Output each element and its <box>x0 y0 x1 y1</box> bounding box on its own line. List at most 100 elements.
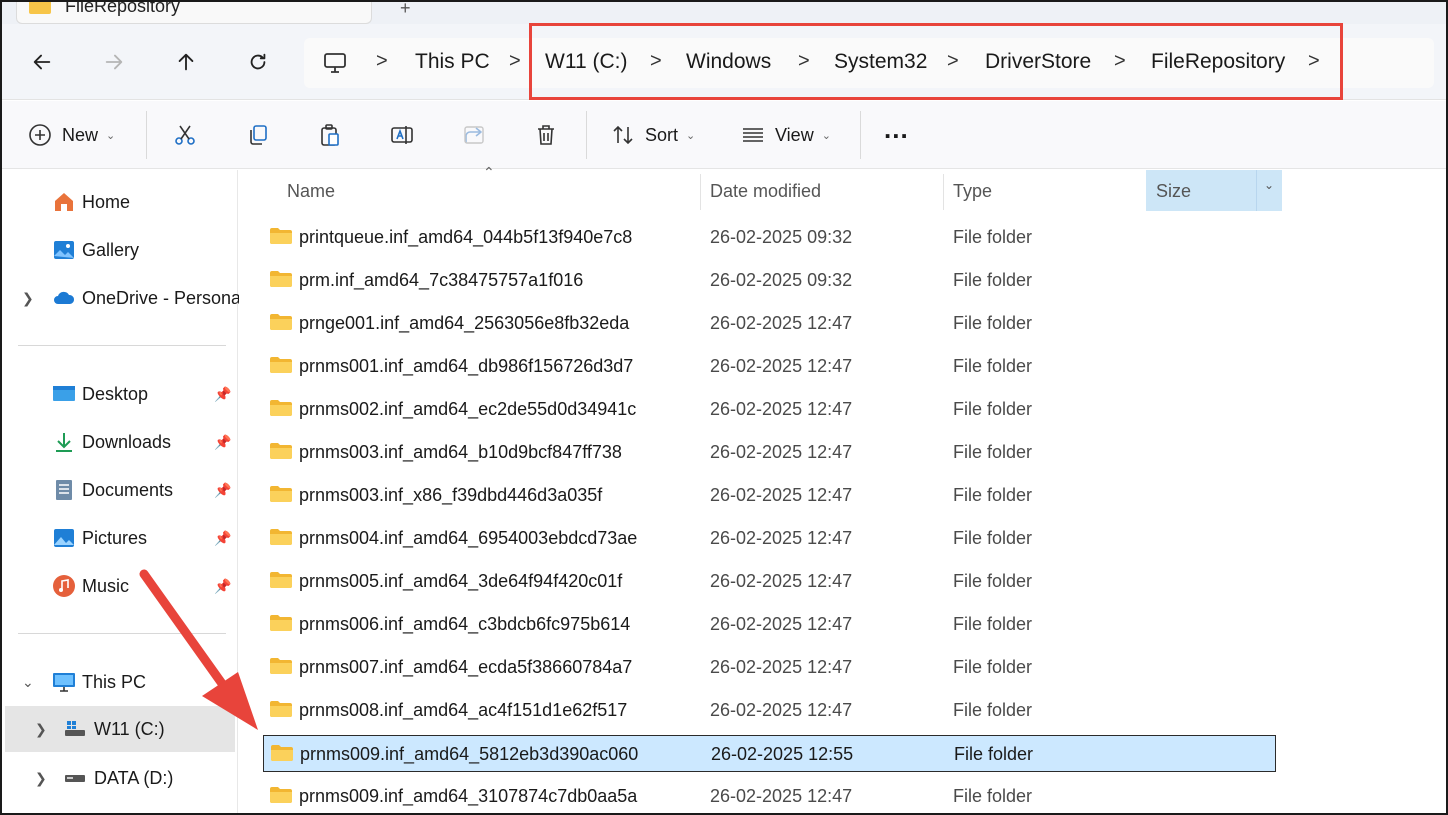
column-header-size-hover[interactable]: Size ⌄ <box>1146 170 1282 211</box>
file-row[interactable]: prnms004.inf_amd64_6954003ebdcd73ae 26-02… <box>263 520 1276 557</box>
paste-button[interactable] <box>318 117 342 153</box>
chevron-down-icon[interactable]: ⌄ <box>22 674 34 691</box>
column-header-size: Size <box>1156 181 1192 201</box>
breadcrumb-system32[interactable]: System32 <box>834 50 927 74</box>
sidebar-item-data-d[interactable]: ❯ DATA (D:) <box>2 758 238 798</box>
breadcrumb-driverstore[interactable]: DriverStore <box>985 50 1091 74</box>
sidebar-item-home[interactable]: Home <box>2 182 238 222</box>
tab-strip: FileRepository + <box>2 2 1446 24</box>
home-icon <box>55 193 73 211</box>
file-row[interactable]: prnms003.inf_x86_f39dbd446d3a035f 26-02-2… <box>263 477 1276 514</box>
refresh-button[interactable] <box>240 44 276 80</box>
copy-button[interactable] <box>246 117 270 153</box>
chevron-down-icon: ⌄ <box>106 129 116 142</box>
folder-icon <box>271 745 293 761</box>
copy-icon <box>250 125 267 145</box>
file-date-modified: 26-02-2025 12:55 <box>711 744 854 764</box>
sort-ascending-icon: ⌃ <box>483 164 495 180</box>
share-button[interactable] <box>462 117 486 153</box>
column-divider[interactable] <box>700 174 701 210</box>
tab-filerepository[interactable]: FileRepository <box>16 2 372 24</box>
chevron-right-icon[interactable]: ❯ <box>22 290 34 307</box>
sort-icon <box>613 125 633 145</box>
forward-button[interactable] <box>96 44 132 80</box>
delete-button[interactable] <box>534 117 558 153</box>
sidebar-item-w11-c[interactable]: ❯ W11 (C:) <box>5 706 235 752</box>
sidebar-divider <box>18 345 226 346</box>
breadcrumb-separator[interactable]: > <box>1308 50 1320 73</box>
file-row[interactable]: prnms009.inf_amd64_3107874c7db0aa5a 26-02… <box>263 778 1276 813</box>
view-button[interactable]: View ⌄ <box>741 117 831 153</box>
file-date-modified: 26-02-2025 12:47 <box>710 356 853 376</box>
computer-icon <box>324 53 346 73</box>
file-date-modified: 26-02-2025 12:47 <box>710 614 853 634</box>
breadcrumb-this-pc[interactable]: This PC <box>415 50 490 74</box>
file-row[interactable]: prnms007.inf_amd64_ecda5f38660784a7 26-02… <box>263 649 1276 686</box>
gallery-icon <box>54 241 74 259</box>
file-row[interactable]: prm.inf_amd64_7c38475757a1f016 26-02-2025… <box>263 262 1276 299</box>
file-row[interactable]: prnms001.inf_amd64_db986f156726d3d7 26-02… <box>263 348 1276 385</box>
chevron-right-icon[interactable]: ❯ <box>35 721 47 738</box>
breadcrumb-w11-c[interactable]: W11 (C:) <box>545 50 627 74</box>
file-name: prnms006.inf_amd64_c3bdcb6fc975b614 <box>299 614 631 634</box>
file-row[interactable]: prnms003.inf_amd64_b10d9bcf847ff738 26-02… <box>263 434 1276 471</box>
sidebar-item-label: Gallery <box>82 239 140 260</box>
breadcrumb-separator: > <box>1114 50 1126 72</box>
file-date-modified: 26-02-2025 12:47 <box>710 442 853 462</box>
toolbar-divider <box>146 111 147 159</box>
folder-icon <box>270 572 292 588</box>
new-button[interactable]: New ⌄ <box>28 117 115 153</box>
sidebar-item-this-pc[interactable]: ⌄ This PC <box>2 662 238 702</box>
file-row[interactable]: prnms005.inf_amd64_3de64f94f420c01f 26-02… <box>263 563 1276 600</box>
file-date-modified: 26-02-2025 12:47 <box>710 399 853 419</box>
breadcrumb-filerepository[interactable]: FileRepository <box>1151 50 1285 74</box>
sidebar-item-onedrive[interactable]: ❯ OneDrive - Persona <box>2 278 241 318</box>
file-row[interactable]: prnms008.inf_amd64_ac4f151d1e62f517 26-02… <box>263 692 1276 729</box>
breadcrumb-separator: > <box>798 50 810 72</box>
sidebar-item-label: Downloads <box>82 431 172 452</box>
sort-button[interactable]: Sort ⌄ <box>611 117 695 153</box>
refresh-icon <box>250 53 266 70</box>
file-name: prnms003.inf_amd64_b10d9bcf847ff738 <box>299 442 622 462</box>
toolbar-divider <box>860 111 861 159</box>
sidebar-item-downloads[interactable]: Downloads 📌 <box>2 422 238 462</box>
sidebar-item-label: Documents <box>82 479 174 500</box>
column-header-date-modified[interactable]: Date modified <box>710 170 821 212</box>
cut-button[interactable] <box>173 117 197 153</box>
back-button[interactable] <box>24 44 60 80</box>
pin-icon[interactable]: 📌 <box>214 482 231 499</box>
rename-button[interactable] <box>390 117 414 153</box>
pin-icon[interactable]: 📌 <box>214 386 231 403</box>
file-row[interactable]: prnms006.inf_amd64_c3bdcb6fc975b614 26-02… <box>263 606 1276 643</box>
chevron-right-icon[interactable]: ❯ <box>35 770 47 787</box>
more-options-button[interactable]: ... <box>884 111 909 147</box>
up-button[interactable] <box>168 44 204 80</box>
folder-icon <box>270 615 292 631</box>
pin-icon[interactable]: 📌 <box>214 578 231 595</box>
sidebar-item-desktop[interactable]: Desktop 📌 <box>2 374 238 414</box>
sidebar-item-documents[interactable]: Documents 📌 <box>2 470 238 510</box>
sidebar-item-pictures[interactable]: Pictures 📌 <box>2 518 238 558</box>
address-bar[interactable]: > This PC > W11 (C:) > Windows > System3… <box>304 38 1434 88</box>
file-row[interactable]: prnms002.inf_amd64_ec2de55d0d34941c 26-02… <box>263 391 1276 428</box>
sidebar-item-gallery[interactable]: Gallery <box>2 230 238 270</box>
file-date-modified: 26-02-2025 12:47 <box>710 571 853 591</box>
column-header-type[interactable]: Type <box>953 170 992 212</box>
file-row[interactable]: prnge001.inf_amd64_2563056e8fb32eda 26-02… <box>263 305 1276 342</box>
column-divider[interactable] <box>943 174 944 210</box>
sidebar-item-music[interactable]: Music 📌 <box>2 566 238 606</box>
breadcrumb-windows[interactable]: Windows <box>686 50 771 74</box>
folder-icon <box>29 2 51 14</box>
pin-icon[interactable]: 📌 <box>214 434 231 451</box>
file-type: File folder <box>953 657 1033 677</box>
file-row[interactable]: prnms009.inf_amd64_5812eb3d390ac060 26-02… <box>263 735 1276 772</box>
file-name: prnms009.inf_amd64_5812eb3d390ac060 <box>300 744 639 764</box>
file-row[interactable]: printqueue.inf_amd64_044b5f13f940e7c8 26-… <box>263 219 1276 256</box>
pin-icon[interactable]: 📌 <box>214 530 231 547</box>
chevron-down-icon[interactable]: ⌄ <box>1264 178 1274 192</box>
document-icon <box>56 480 72 500</box>
new-tab-button[interactable]: + <box>400 2 411 19</box>
new-label: New <box>62 124 99 145</box>
file-name: printqueue.inf_amd64_044b5f13f940e7c8 <box>299 227 633 247</box>
column-header-name[interactable]: Name <box>287 170 335 212</box>
